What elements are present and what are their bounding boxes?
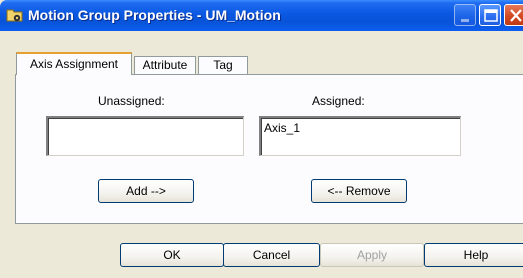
- assigned-list[interactable]: Axis_1: [259, 116, 461, 156]
- close-button[interactable]: [504, 4, 523, 26]
- maximize-button[interactable]: [479, 4, 501, 26]
- minimize-icon: [461, 19, 469, 22]
- motion-group-icon: [6, 7, 24, 23]
- remove-button[interactable]: <-- Remove: [311, 179, 407, 203]
- ok-button[interactable]: OK: [120, 243, 224, 267]
- window-title: Motion Group Properties - UM_Motion: [28, 7, 281, 23]
- help-button[interactable]: Help: [424, 243, 523, 267]
- close-icon: [510, 9, 522, 22]
- add-button[interactable]: Add -->: [98, 179, 194, 203]
- unassigned-label: Unassigned:: [98, 94, 165, 108]
- tab-tag[interactable]: Tag: [198, 56, 248, 75]
- assigned-label: Assigned:: [312, 94, 365, 108]
- unassigned-list[interactable]: [46, 116, 244, 156]
- list-item[interactable]: Axis_1: [264, 121, 300, 135]
- tab-axis-assignment[interactable]: Axis Assignment: [16, 52, 132, 75]
- apply-button[interactable]: Apply: [320, 243, 424, 267]
- cancel-button[interactable]: Cancel: [223, 243, 320, 267]
- minimize-button[interactable]: [454, 4, 476, 26]
- title-bar[interactable]: Motion Group Properties - UM_Motion: [0, 0, 523, 31]
- tab-attribute[interactable]: Attribute: [134, 56, 196, 75]
- maximize-icon: [484, 9, 498, 22]
